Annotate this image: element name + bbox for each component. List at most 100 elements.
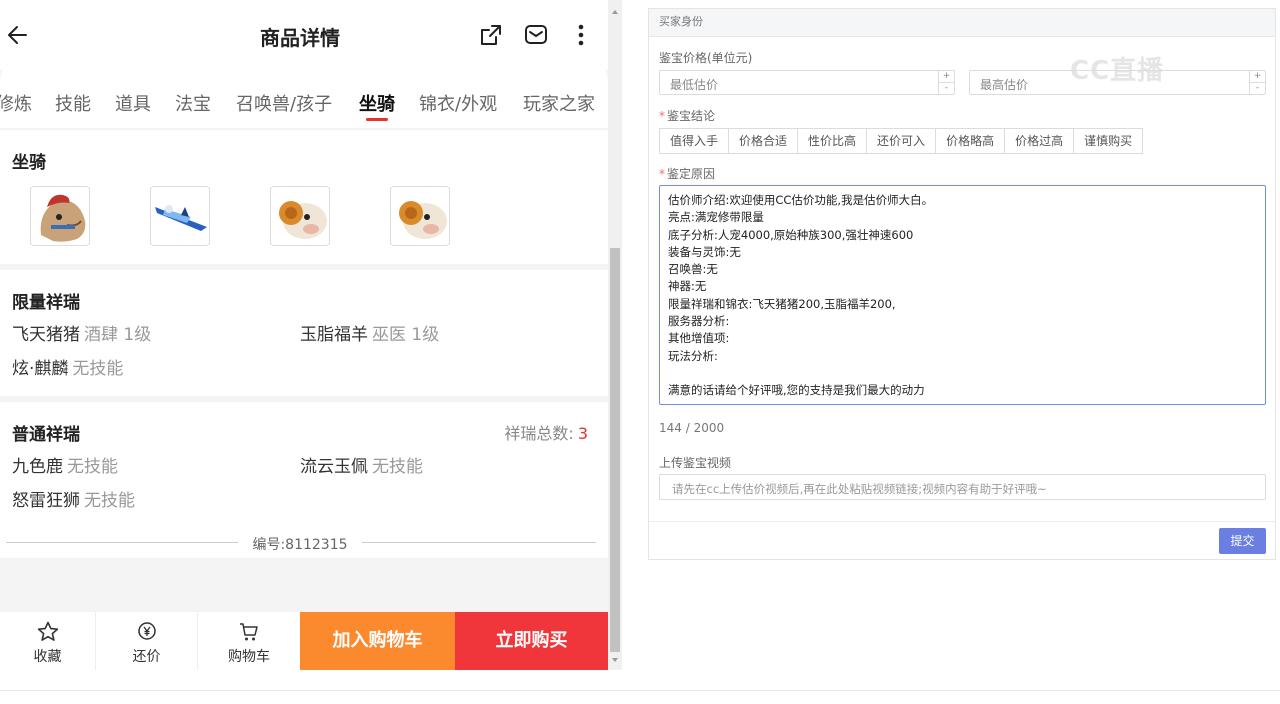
watermark-logo: CC直播 [1070, 56, 1165, 86]
plus-icon[interactable]: + [1250, 71, 1265, 82]
yen-coin-icon [137, 622, 156, 640]
item-name: 流云玉佩 [300, 457, 368, 477]
reason-line: 估价师介绍:欢迎使用CC估价功能,我是估价师大白。 [668, 193, 934, 207]
total-label: 祥瑞总数: [504, 424, 574, 443]
min-price-input[interactable]: 最低估价 + - [659, 70, 955, 95]
favorite-button[interactable]: 收藏 [0, 612, 95, 670]
shopping-cart-button[interactable]: 购物车 [198, 612, 300, 670]
reason-line: 限量祥瑞和锦衣:飞天猪猪200,玉脂福羊200, [668, 296, 896, 311]
buy-now-button[interactable]: 立即购买 [455, 612, 608, 670]
max-price-placeholder: 最高估价 [980, 78, 1029, 92]
min-price-placeholder: 最低估价 [670, 78, 719, 92]
item-desc: 无技能 [67, 457, 118, 477]
mount-sheep-1[interactable] [270, 186, 330, 246]
reason-line: 其他增值项: [668, 331, 730, 346]
auspicious-total: 祥瑞总数: 3 [504, 420, 588, 444]
horse-mount-icon [40, 194, 86, 242]
cart-label: 购物车 [228, 649, 270, 665]
item-name: 飞天猪猪 [12, 325, 80, 345]
minus-icon[interactable]: - [939, 82, 954, 93]
tab-outfits[interactable]: 锦衣/外观 [419, 90, 497, 116]
video-link-placeholder: 请先在cc上传估价视频后,再在此处粘贴视频链接;视频内容有助于好评哦~ [672, 482, 1047, 496]
tab-summons[interactable]: 召唤兽/孩子 [236, 90, 332, 116]
scroll-down-icon[interactable] [612, 658, 618, 662]
conclusion-label-text: 鉴宝结论 [667, 109, 716, 123]
share-icon[interactable] [478, 22, 504, 48]
item-name: 怒雷狂狮 [12, 491, 80, 511]
reason-line [668, 365, 1257, 382]
list-item: 九色鹿 无技能 [12, 452, 118, 477]
conclusion-fair-price[interactable]: 价格合适 [728, 128, 799, 154]
submit-button[interactable]: 提交 [1219, 528, 1266, 554]
tab-mounts[interactable]: 坐骑 [359, 90, 395, 116]
item-desc: 无技能 [372, 457, 423, 477]
message-icon[interactable] [523, 22, 549, 48]
plus-icon[interactable]: + [939, 71, 954, 82]
tab-player-home[interactable]: 玩家之家 [523, 90, 595, 116]
reason-line: 装备与灵饰:无 [668, 244, 741, 259]
top-bar: 商品详情 [0, 0, 608, 70]
reason-label-text: 鉴定原因 [667, 167, 716, 181]
mount-flying-vehicle[interactable] [150, 186, 210, 246]
minus-icon[interactable]: - [1250, 82, 1265, 93]
conclusion-buy-after-bargain[interactable]: 还价可入 [866, 128, 937, 154]
tab-treasures[interactable]: 法宝 [175, 90, 211, 116]
conclusion-label: * 鉴宝结论 [659, 109, 716, 123]
divider [0, 690, 1280, 691]
conclusion-worth-buying[interactable]: 值得入手 [659, 128, 730, 154]
item-name: 九色鹿 [12, 457, 63, 477]
tab-items[interactable]: 道具 [115, 90, 151, 116]
product-code-row: 编号:8112315 [0, 528, 608, 558]
conclusion-too-high[interactable]: 价格过高 [1004, 128, 1075, 154]
reason-label: * 鉴定原因 [659, 167, 716, 181]
bargain-label: 还价 [132, 649, 161, 665]
mount-horse[interactable] [30, 186, 90, 246]
section-title: 限量祥瑞 [12, 293, 80, 313]
scroll-up-icon[interactable] [612, 10, 618, 14]
video-link-input[interactable]: 请先在cc上传估价视频后,再在此处粘贴视频链接;视频内容有助于好评哦~ [659, 474, 1266, 500]
limited-auspicious-section: 限量祥瑞 飞天猪猪 酒肆 1级 玉脂福羊 巫医 1级 炫·麒麟 无技能 [0, 270, 608, 396]
mount-sheep-2[interactable] [390, 186, 450, 246]
appraisal-form: 买家身份 鉴宝价格(单位元) 最低估价 + - 最高估价 + - * 鉴宝结论 值得入… [648, 8, 1276, 560]
scrollbar-thumb[interactable] [610, 248, 620, 652]
reason-textarea[interactable]: 估价师介绍:欢迎使用CC估价功能,我是估价师大白。 亮点:满宠修带限量 底子分析… [659, 185, 1266, 405]
item-desc: 巫医 1级 [372, 325, 440, 345]
reason-line: 召唤兽:无 [668, 262, 718, 277]
add-to-cart-button[interactable]: 加入购物车 [300, 612, 455, 670]
mounts-section: 坐骑 [0, 130, 608, 264]
conclusion-buy-cautiously[interactable]: 谨慎购买 [1073, 128, 1144, 154]
section-title: 坐骑 [12, 153, 46, 173]
reason-line: 满意的话请给个好评哦,您的支持是我们最大的动力 [668, 383, 925, 398]
item-desc: 无技能 [72, 359, 124, 379]
conclusion-slightly-high[interactable]: 价格略高 [935, 128, 1006, 154]
reason-line: 神器:无 [668, 279, 707, 294]
list-item: 炫·麒麟 无技能 [12, 354, 123, 379]
char-counter: 144 / 2000 [659, 421, 725, 435]
tab-skills[interactable]: 技能 [55, 90, 91, 116]
form-header: 买家身份 [649, 9, 1275, 37]
min-price-stepper[interactable]: + - [938, 71, 954, 94]
star-icon [37, 621, 58, 641]
total-value: 3 [577, 424, 588, 443]
more-icon[interactable] [568, 22, 594, 48]
conclusion-button-group: 值得入手 价格合适 性价比高 还价可入 价格略高 价格过高 谨慎购买 [659, 128, 1144, 154]
divider [649, 521, 1275, 522]
max-price-stepper[interactable]: + - [1249, 71, 1265, 94]
sheep-mount-icon [279, 201, 327, 239]
normal-auspicious-section: 普通祥瑞 祥瑞总数: 3 九色鹿 无技能 流云玉佩 无技能 怒雷狂狮 无技能 [0, 402, 608, 528]
list-item: 玉脂福羊 巫医 1级 [300, 320, 439, 345]
sheep-mount-icon [399, 201, 447, 239]
section-title: 普通祥瑞 [12, 425, 80, 445]
page-scrollbar[interactable] [608, 0, 622, 670]
price-label: 鉴宝价格(单位元) [659, 51, 753, 65]
bottom-action-bar: 收藏 还价 购物车 加入购物车 立即购买 [0, 612, 608, 670]
favorite-label: 收藏 [33, 649, 62, 665]
list-item: 怒雷狂狮 无技能 [12, 486, 135, 511]
product-code: 编号:8112315 [252, 537, 348, 553]
reason-line: 亮点:满宠修带限量 [668, 210, 764, 225]
tab-cultivation[interactable]: 修炼 [0, 90, 32, 116]
reason-line: 服务器分析: [668, 314, 730, 329]
bargain-button[interactable]: 还价 [96, 612, 197, 670]
item-name: 炫·麒麟 [12, 359, 69, 379]
conclusion-good-value[interactable]: 性价比高 [797, 128, 868, 154]
